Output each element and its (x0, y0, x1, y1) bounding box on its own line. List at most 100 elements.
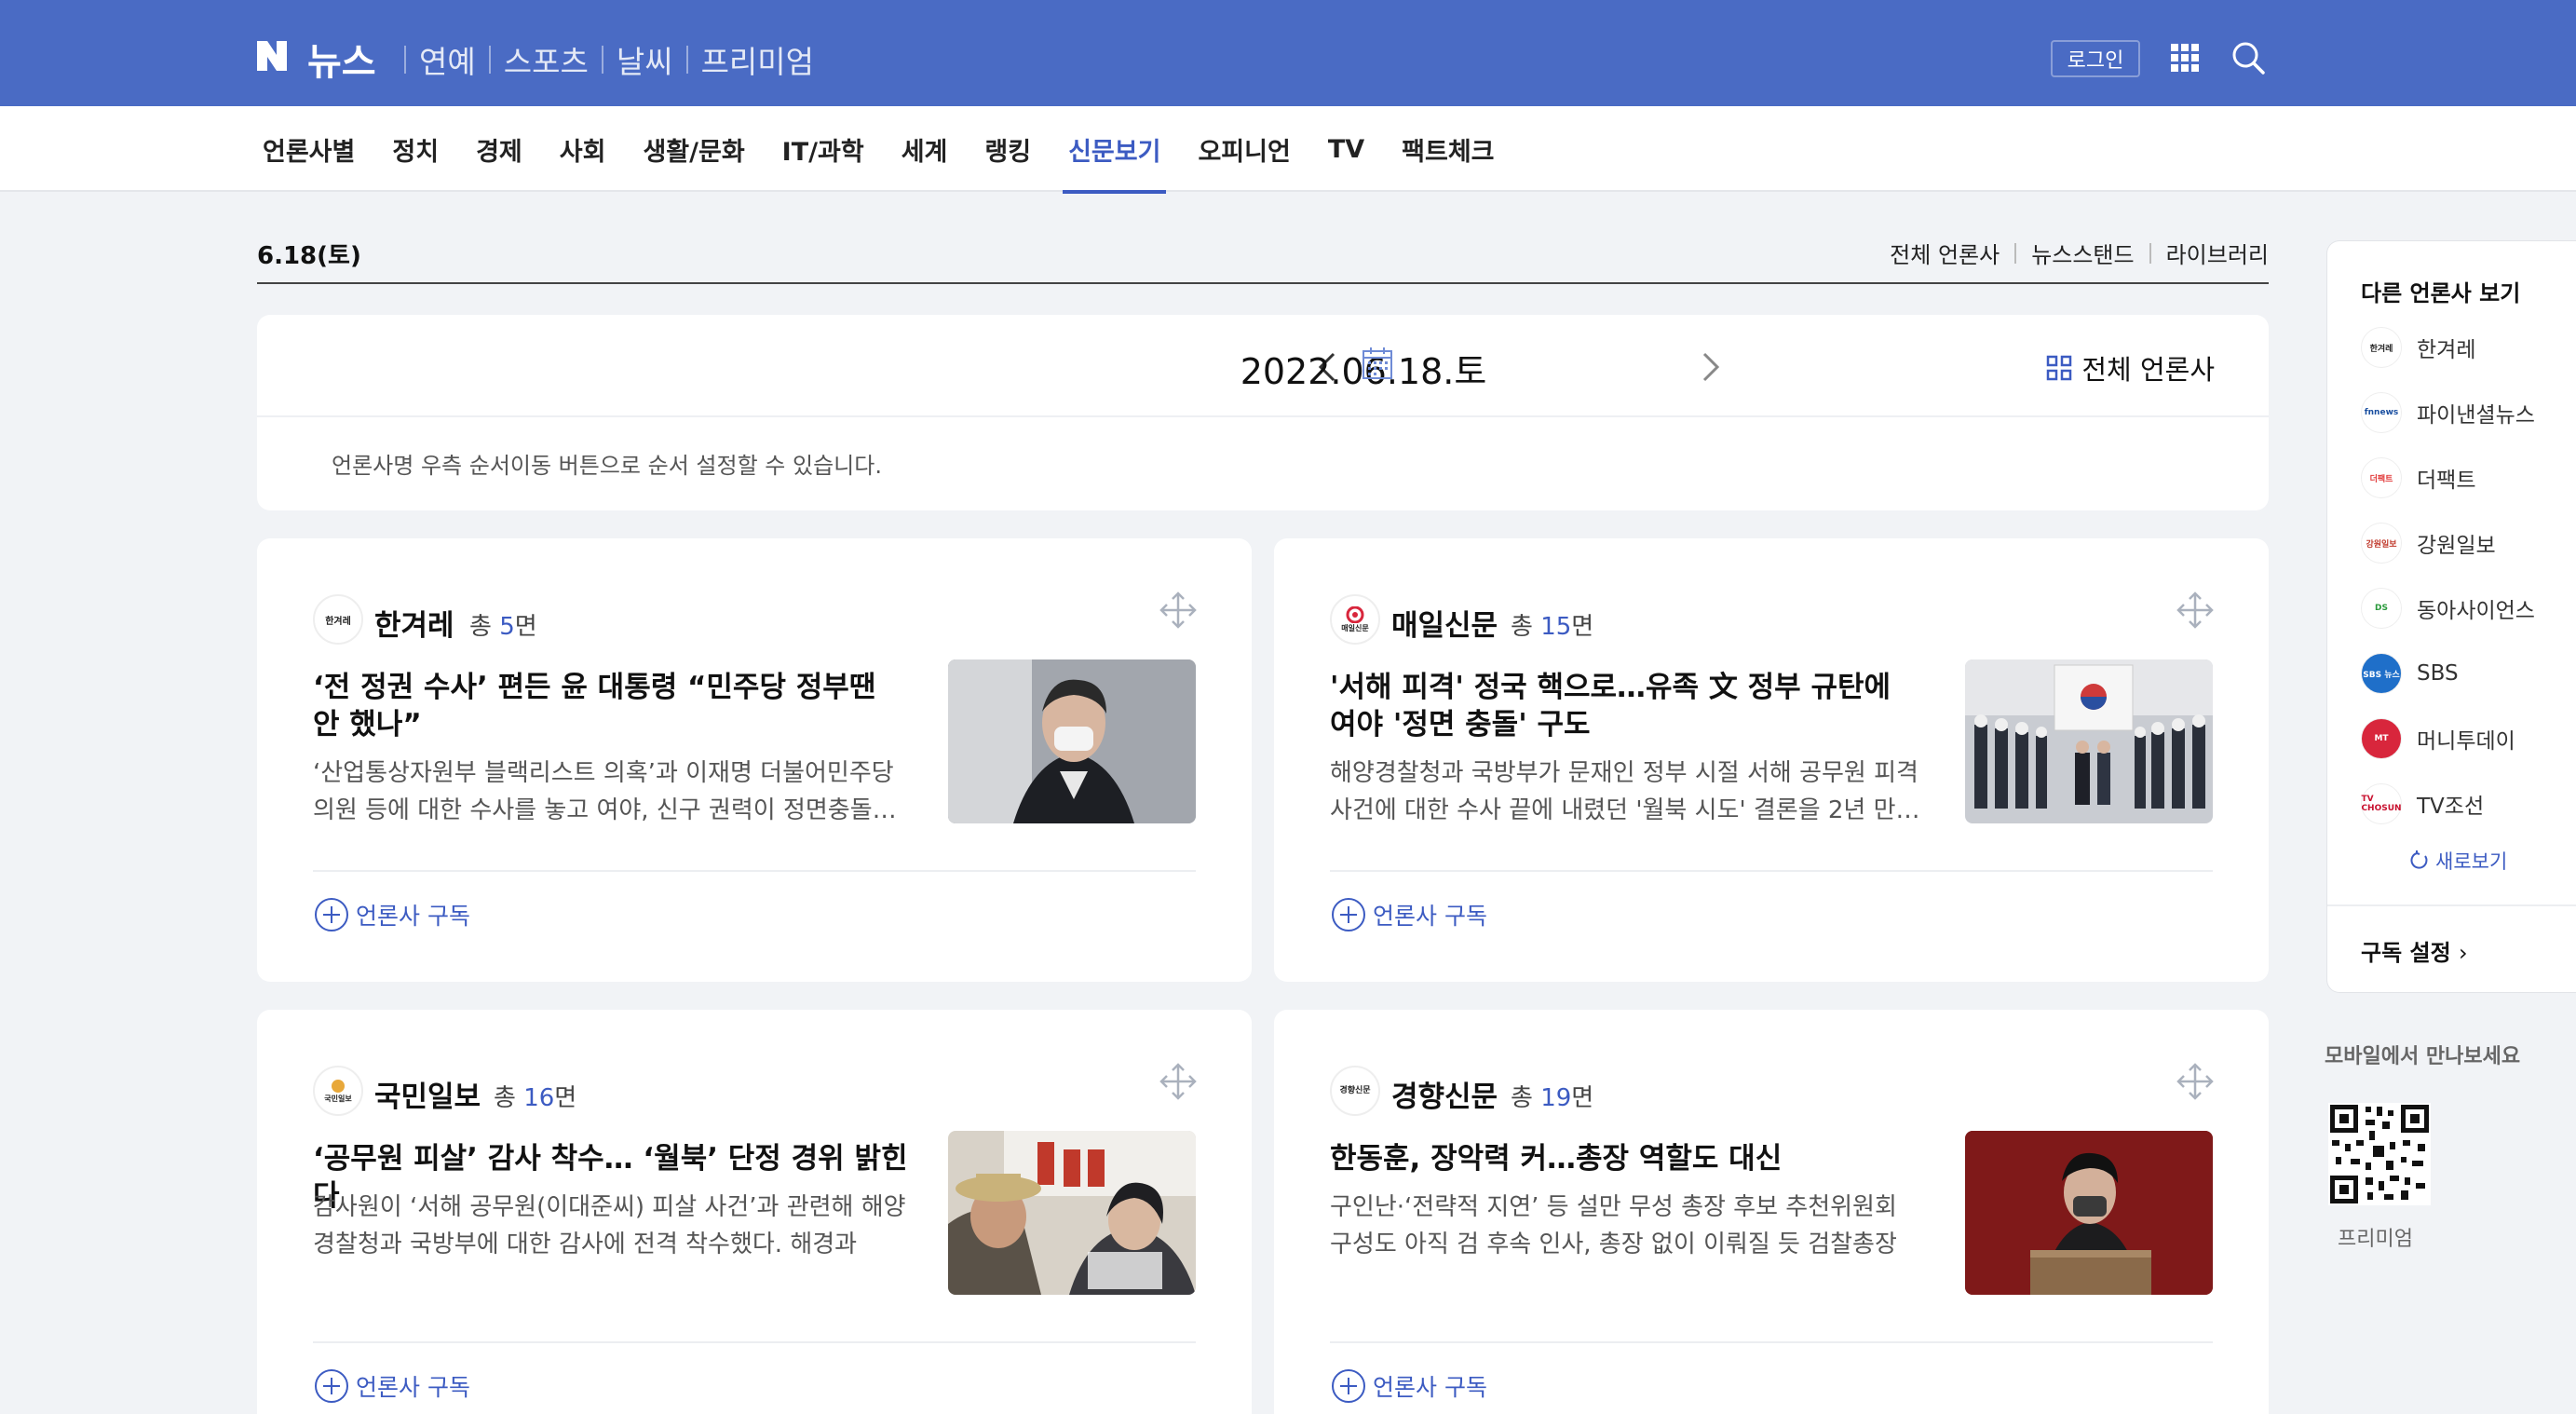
reorder-move-icon[interactable] (2176, 591, 2215, 630)
link-library[interactable]: 라이브러리 (2166, 237, 2269, 269)
page-count-number: 16 (523, 1084, 555, 1112)
sidebar-press-item[interactable]: DS 동아사이언스 (2361, 588, 2535, 629)
tab-ranking[interactable]: 랭킹 (984, 106, 1031, 192)
view-links: 전체 언론사 뉴스스탠드 라이브러리 (1890, 237, 2269, 269)
press-logo[interactable]: 국민일보 (313, 1066, 363, 1116)
tab-society[interactable]: 사회 (560, 106, 606, 192)
page-count-suffix: 면 (1571, 1084, 1594, 1112)
top-nav: 연예 스포츠 날씨 프리미엄 (391, 37, 814, 82)
search-icon[interactable] (2230, 39, 2267, 76)
subscription-settings-link[interactable]: 구독 설정 › (2361, 934, 2468, 967)
other-press-sidebar: 다른 언론사 보기 한겨레 한겨레 fnnews 파이낸셜뉴스 더팩트 더팩트 강원일보 강원… (2326, 240, 2576, 993)
sidebar-press-item[interactable]: SBS 뉴스 SBS (2361, 653, 2459, 694)
page-count: 총 15면 (1511, 607, 1593, 642)
page-count-suffix: 면 (1571, 613, 1594, 641)
article-thumbnail[interactable] (948, 1131, 1196, 1295)
all-press-button[interactable]: 전체 언론사 (2046, 348, 2215, 387)
naver-n-logo-icon[interactable] (253, 37, 291, 75)
sidebar-press-name: SBS (2417, 661, 2459, 686)
sidebar-press-item[interactable]: 한겨레 한겨레 (2361, 327, 2475, 368)
card-divider (313, 870, 1196, 872)
subscribe-label: 언론사 구독 (1373, 903, 1487, 930)
nav-link-weather[interactable]: 날씨 (617, 37, 673, 82)
article-summary[interactable]: 감사원이 ‘서해 공무원(이대준씨) 피살 사건’과 관련해 해양경찰청과 국방… (313, 1189, 909, 1263)
sidebar-press-name: 더팩트 (2417, 469, 2476, 493)
subscription-settings-label: 구독 설정 (2361, 940, 2451, 966)
nav-link-sports[interactable]: 스포츠 (504, 37, 589, 82)
reorder-move-icon[interactable] (1159, 591, 1198, 630)
news-home-link[interactable]: 뉴스 (307, 32, 376, 86)
press-name[interactable]: 국민일보 (374, 1073, 481, 1115)
tab-opinion[interactable]: 오피니언 (1198, 106, 1290, 192)
article-thumbnail[interactable] (1965, 1131, 2213, 1295)
link-newsstand[interactable]: 뉴스스탠드 (2031, 237, 2134, 269)
tab-factcheck[interactable]: 팩트체크 (1402, 106, 1494, 192)
plus-circle-icon (1332, 1369, 1365, 1403)
subscribe-button[interactable]: 언론사 구독 (1330, 887, 1487, 943)
apps-grid-icon[interactable] (2170, 43, 2200, 73)
page-count-number: 15 (1540, 613, 1572, 641)
tab-it-science[interactable]: IT/과학 (782, 106, 864, 192)
sidebar-press-name: 동아사이언스 (2417, 599, 2535, 623)
link-all-press[interactable]: 전체 언론사 (1890, 237, 2000, 269)
link-divider (2014, 242, 2017, 264)
article-headline[interactable]: 한동훈, 장악력 커…총장 역할도 대신 (1330, 1140, 1926, 1177)
subscribe-label: 언론사 구독 (356, 903, 470, 930)
top-header: 뉴스 연예 스포츠 날씨 프리미엄 로그인 (0, 0, 2576, 106)
page-count-prefix: 총 (469, 613, 492, 641)
sidebar-press-name: 머니투데이 (2417, 729, 2515, 754)
sidebar-press-item[interactable]: fnnews 파이낸셜뉴스 (2361, 392, 2535, 433)
nav-link-premium[interactable]: 프리미엄 (701, 37, 814, 82)
subscribe-button[interactable]: 언론사 구독 (1330, 1358, 1487, 1414)
tab-life-culture[interactable]: 생활/문화 (643, 106, 744, 192)
press-mini-logo: SBS 뉴스 (2361, 653, 2402, 694)
sidebar-press-item[interactable]: 강원일보 강원일보 (2361, 523, 2496, 564)
page-count: 총 16면 (494, 1079, 576, 1113)
article-summary[interactable]: 해양경찰청과 국방부가 문재인 정부 시절 서해 공무원 피격 사건에 대한 수… (1330, 755, 1926, 829)
page-count-suffix: 면 (554, 1084, 577, 1112)
press-logo[interactable]: 경향신문 (1330, 1066, 1380, 1116)
subscribe-label: 언론사 구독 (1373, 1374, 1487, 1401)
subscribe-button[interactable]: 언론사 구독 (313, 887, 470, 943)
subscribe-button[interactable]: 언론사 구독 (313, 1358, 470, 1414)
press-name[interactable]: 한겨레 (374, 602, 454, 644)
panel-divider (257, 415, 2269, 417)
all-press-label: 전체 언론사 (2081, 354, 2215, 386)
tab-world[interactable]: 세계 (902, 106, 948, 192)
press-mini-logo: 한겨레 (2361, 327, 2402, 368)
tab-economy[interactable]: 경제 (476, 106, 522, 192)
card-divider (1330, 1341, 2213, 1343)
tab-newspaper[interactable]: 신문보기 (1063, 106, 1167, 194)
refresh-icon (2410, 850, 2428, 869)
press-logo-text: 매일신문 (1341, 623, 1369, 632)
next-date-chevron-right-icon[interactable] (1688, 345, 1732, 389)
article-headline[interactable]: '서해 피격' 정국 핵으로…유족 文 정부 규탄에 여야 '정면 충돌' 구도 (1330, 669, 1926, 743)
press-name[interactable]: 경향신문 (1391, 1073, 1498, 1115)
article-summary[interactable]: 구인난·‘전략적 지연’ 등 설만 무성 총장 후보 추천위원회 구성도 아직 … (1330, 1189, 1926, 1263)
press-logo[interactable]: 매일신문 (1330, 594, 1380, 645)
page-count: 총 19면 (1511, 1079, 1593, 1113)
tab-tv[interactable]: TV (1328, 106, 1364, 192)
nav-link-entertainment[interactable]: 연예 (419, 37, 476, 82)
login-button[interactable]: 로그인 (2051, 40, 2140, 77)
reorder-move-icon[interactable] (2176, 1062, 2215, 1101)
press-card: 한겨레 한겨레 총 5면 ‘전 정권 수사’ 편든 윤 대통령 “민주당 정부땐… (257, 538, 1252, 982)
mobile-promo-label: 모바일에서 만나보세요 (2325, 1045, 2521, 1068)
refresh-button[interactable]: 새로보기 (2409, 847, 2507, 875)
qr-code-icon[interactable] (2328, 1103, 2431, 1205)
tab-politics[interactable]: 정치 (392, 106, 439, 192)
article-headline[interactable]: ‘전 정권 수사’ 편든 윤 대통령 “민주당 정부땐 안 했나” (313, 669, 909, 743)
calendar-icon[interactable] (1362, 347, 1393, 380)
article-thumbnail[interactable] (1965, 659, 2213, 823)
sidebar-press-item[interactable]: MT 머니투데이 (2361, 718, 2515, 759)
press-logo[interactable]: 한겨레 (313, 594, 363, 645)
article-thumbnail[interactable] (948, 659, 1196, 823)
press-card: 국민일보 국민일보 총 16면 ‘공무원 피살’ 감사 착수… ‘월북’ 단정 … (257, 1010, 1252, 1414)
page-count-prefix: 총 (1511, 613, 1533, 641)
sidebar-press-item[interactable]: 더팩트 더팩트 (2361, 457, 2475, 498)
tab-by-press[interactable]: 언론사별 (263, 106, 355, 192)
article-summary[interactable]: ‘산업통상자원부 블랙리스트 의혹’과 이재명 더불어민주당 의원 등에 대한 … (313, 755, 909, 829)
sidebar-press-item[interactable]: TV CHOSUN TV조선 (2361, 783, 2484, 824)
press-name[interactable]: 매일신문 (1391, 602, 1498, 644)
reorder-move-icon[interactable] (1159, 1062, 1198, 1101)
